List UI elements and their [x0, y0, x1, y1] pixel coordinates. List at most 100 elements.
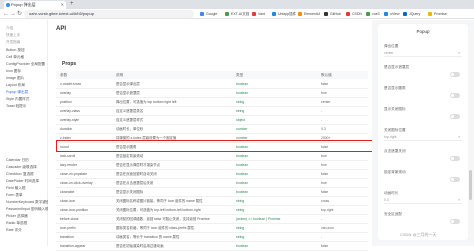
- favicon-icon: [6, 3, 10, 7]
- bookmark-item[interactable]: ElementUI: [298, 11, 320, 17]
- scrollbar[interactable]: [469, 170, 472, 200]
- table-cell-default: center: [321, 100, 331, 104]
- bookmark-icon: [252, 12, 256, 16]
- settings-card: Popup 弹出位置 center ▾ 是否显示遮罩层 是否显示圆角 显示关闭图标 关闭图标…: [378, 24, 468, 240]
- table-cell-desc: 是否锁定背景滚动: [116, 154, 144, 158]
- table-cell-desc: 自定义遮罩层类名: [116, 109, 144, 113]
- sidebar-item[interactable]: ConfigProvider 全局配置: [6, 62, 45, 67]
- table-cell-desc: 关闭前的回调函数，返回 false 可阻止关闭，支持返回 Promise: [116, 217, 210, 221]
- sidebar-item[interactable]: PasswordInput 密码输入框: [6, 207, 49, 212]
- table-cell-type: number: [236, 127, 248, 131]
- panel-field-select[interactable]: 0.3 ▾: [384, 197, 462, 204]
- bookmark-item[interactable]: EXT-UI文档: [225, 11, 249, 17]
- table-cell-param: duration: [60, 127, 73, 131]
- sidebar-item[interactable]: Picker 选择器: [6, 214, 28, 219]
- panel-toggle[interactable]: [450, 114, 460, 119]
- table-cell-type: boolean: [236, 190, 249, 194]
- sidebar-item[interactable]: Toast 轻提示: [6, 104, 26, 109]
- table-cell-param: lock-scroll: [60, 154, 76, 158]
- panel-toggle[interactable]: [450, 219, 460, 224]
- bookmark-item[interactable]: Promise: [428, 11, 447, 17]
- bookmark-icon: [403, 12, 407, 16]
- panel-field-select[interactable]: center ▾: [384, 50, 462, 57]
- table-cell-param: close-on-click-overlay: [60, 181, 93, 185]
- table-cell-param: overlay-class: [60, 109, 80, 113]
- column-header: 类型: [236, 73, 244, 77]
- column-header: 说明: [116, 73, 124, 77]
- sidebar-item[interactable]: Field 输入框: [6, 186, 26, 191]
- sidebar-item[interactable]: Image 图片: [6, 76, 24, 81]
- sidebar-item[interactable]: 介绍: [6, 26, 13, 31]
- sidebar-item[interactable]: Layout 布局: [6, 83, 25, 88]
- table-cell-default: top-right: [321, 208, 334, 212]
- table-row: overlay-class 自定义遮罩层类名 string -: [56, 107, 368, 116]
- panel-field-select[interactable]: top-right ▾: [384, 134, 462, 141]
- sidebar-item[interactable]: Checkbox 复选框: [6, 172, 34, 177]
- sidebar-item[interactable]: Radio 单选框: [6, 221, 27, 226]
- bookmark-item[interactable]: Uniapp插件: [272, 11, 296, 17]
- close-icon[interactable]: ✕: [61, 1, 64, 9]
- browser-tab-active[interactable]: Popup 弹出层 ✕: [4, 1, 66, 9]
- table-cell-desc: 是否在初始渲染时启用过渡动画: [116, 244, 164, 248]
- back-icon[interactable]: ←: [3, 10, 9, 18]
- table-cell-param: before-close: [60, 217, 79, 221]
- bookmark-icon: [298, 12, 302, 16]
- bookmark-item[interactable]: Google: [200, 11, 217, 17]
- url-input[interactable]: oahr-vcrsb.gitee.io/ext-ui/#/h5/popup: [24, 10, 194, 18]
- sidebar-item[interactable]: Rate 评分: [6, 228, 22, 233]
- table-row: lazy-render 是否在显示弹层时才渲染节点 boolean true: [56, 161, 368, 170]
- table-cell-type: boolean: [236, 82, 249, 86]
- table-cell-type: boolean: [236, 172, 249, 176]
- table-cell-default: false: [321, 82, 329, 86]
- sidebar-item[interactable]: Cascader 级联选择: [6, 165, 37, 170]
- table-cell-type: boolean: [236, 181, 249, 185]
- table-row: transition 动画类名，等价于 transition 的 name 属性 s…: [56, 233, 368, 242]
- bookmark-item[interactable]: GitHub: [324, 11, 341, 17]
- bookmark-item[interactable]: CSDN: [346, 11, 362, 17]
- sidebar-item[interactable]: Form 表单: [6, 193, 23, 198]
- sidebar-item[interactable]: Button 按钮: [6, 48, 25, 53]
- table-row: transition-appear 是否在初始渲染时启用过渡动画 boolean fa…: [56, 242, 368, 251]
- sidebar-nav: 介绍 快速上手 开发指南 Button 按钮 Cell 单元格 ConfigPr…: [0, 20, 50, 246]
- table-row: close-on-click-overlay 是否在点击遮罩层后关闭 boolean…: [56, 179, 368, 188]
- table-cell-desc: 图标类名前缀，等同于 Icon 组件的 class-prefix 属性: [116, 226, 195, 230]
- browser-tabbar: Popup 弹出层 ✕ +: [0, 0, 474, 9]
- table-row: duration 动画时长，单位秒 number 0.3: [56, 125, 368, 134]
- sidebar-item-popup[interactable]: Popup 弹出层: [6, 90, 28, 95]
- table-row: overlay 是否显示遮罩层 boolean true: [56, 89, 368, 98]
- table-cell-param: overlay-style: [60, 118, 80, 122]
- panel-field-label: 是否显示遮罩层: [384, 65, 410, 69]
- new-tab-button[interactable]: +: [70, 0, 74, 9]
- bookmark-item[interactable]: JQuery: [403, 11, 420, 17]
- table-cell-param: transition-appear: [60, 244, 86, 248]
- panel-toggle[interactable]: [450, 177, 460, 182]
- sidebar-item[interactable]: Style 内置样式: [6, 97, 29, 102]
- sidebar-item[interactable]: DatePicker 时间选择: [6, 179, 39, 184]
- forward-icon[interactable]: →: [10, 10, 16, 18]
- table-cell-param: overlay: [60, 91, 71, 95]
- table-row: position 弹出位置，可选值为 top bottom right left s…: [56, 98, 368, 107]
- sidebar-item[interactable]: Cell 单元格: [6, 55, 24, 60]
- settings-panel: Popup 弹出位置 center ▾ 是否显示遮罩层 是否显示圆角 显示关闭图标 关闭图标…: [372, 20, 474, 246]
- panel-toggle[interactable]: [450, 156, 460, 161]
- bookmark-icon: [324, 12, 328, 16]
- bookmark-item[interactable]: vue3: [366, 11, 380, 17]
- panel-toggle[interactable]: [450, 72, 460, 77]
- reload-icon[interactable]: ↻: [17, 10, 22, 18]
- bookmark-item[interactable]: uView: [384, 11, 399, 17]
- table-cell-param: v-model:show: [60, 82, 81, 86]
- table-cell-default: true: [321, 91, 327, 95]
- table-cell-type: string: [236, 208, 245, 212]
- bookmark-item[interactable]: Vant: [252, 11, 265, 17]
- sidebar-item[interactable]: Calendar 日历: [6, 158, 29, 163]
- props-table-header: 参数 说明 类型 默认值: [56, 71, 368, 79]
- panel-field-label: 锁定背景滚动: [384, 170, 406, 174]
- sidebar-item[interactable]: Icon 图标: [6, 69, 21, 74]
- table-cell-param: lazy-render: [60, 163, 77, 167]
- sidebar-item[interactable]: 快速上手: [6, 33, 20, 38]
- table-row: overlay-style 自定义遮罩层样式 object -: [56, 116, 368, 125]
- panel-toggle[interactable]: [450, 93, 460, 98]
- sidebar-item[interactable]: NumberKeyboard 数字键盘: [6, 200, 50, 205]
- table-cell-param: icon-prefix: [60, 226, 76, 230]
- sidebar-item[interactable]: 开发指南: [6, 40, 20, 45]
